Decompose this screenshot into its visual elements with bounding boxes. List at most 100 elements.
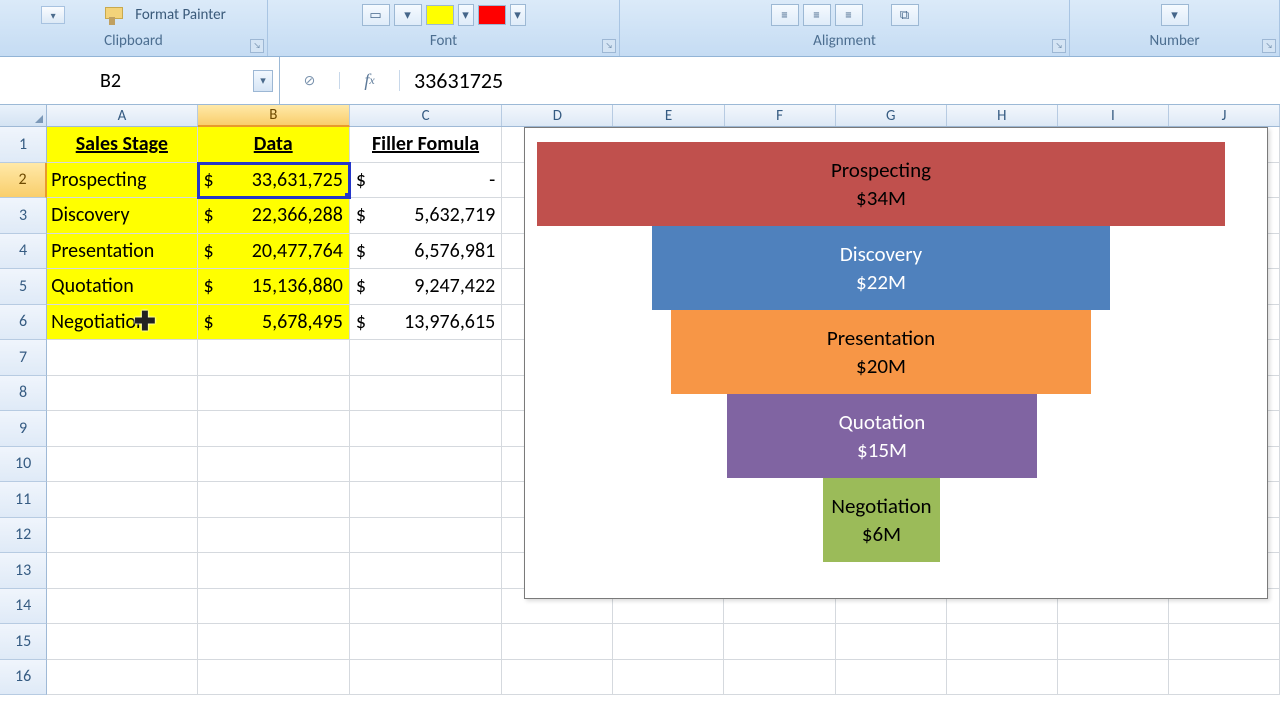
- funnel-segment[interactable]: Quotation$15M: [727, 394, 1037, 478]
- row-header[interactable]: 14: [0, 589, 47, 625]
- cell[interactable]: [1058, 624, 1169, 660]
- row-header[interactable]: 6: [0, 305, 47, 341]
- column-header[interactable]: F: [725, 105, 836, 126]
- cell[interactable]: $22,366,288: [198, 198, 350, 234]
- format-painter-button[interactable]: Format Painter: [103, 5, 226, 25]
- column-header[interactable]: C: [350, 105, 502, 126]
- cell[interactable]: Prospecting: [47, 163, 197, 199]
- cell[interactable]: [47, 482, 197, 518]
- border-button[interactable]: ▭: [362, 4, 390, 26]
- formula-input[interactable]: 33631725: [400, 67, 1280, 94]
- row-header[interactable]: 2: [0, 163, 47, 199]
- column-header[interactable]: E: [613, 105, 724, 126]
- cell[interactable]: [198, 624, 350, 660]
- cell[interactable]: [198, 411, 350, 447]
- cell[interactable]: [350, 340, 502, 376]
- fill-color-dropdown[interactable]: ▾: [458, 4, 474, 26]
- fill-color-swatch[interactable]: [426, 5, 454, 25]
- font-color-swatch[interactable]: [478, 5, 506, 25]
- cell[interactable]: [947, 660, 1058, 696]
- funnel-segment[interactable]: Negotiation$6M: [823, 478, 940, 562]
- row-header[interactable]: 4: [0, 234, 47, 270]
- row-header[interactable]: 10: [0, 447, 47, 483]
- cell[interactable]: [502, 624, 613, 660]
- cell[interactable]: [198, 589, 350, 625]
- column-header[interactable]: I: [1058, 105, 1169, 126]
- number-format-button[interactable]: ▾: [1161, 4, 1189, 26]
- cell[interactable]: $5,678,495: [198, 305, 350, 341]
- row-header[interactable]: 16: [0, 660, 47, 696]
- cell[interactable]: [198, 447, 350, 483]
- cell[interactable]: [836, 624, 947, 660]
- cell[interactable]: $13,976,615: [350, 305, 502, 341]
- row-header[interactable]: 7: [0, 340, 47, 376]
- row-header[interactable]: 15: [0, 624, 47, 660]
- cell[interactable]: $33,631,725: [198, 163, 350, 199]
- column-header[interactable]: D: [502, 105, 613, 126]
- dialog-launcher-icon[interactable]: ↘: [1052, 39, 1066, 53]
- row-header[interactable]: 1: [0, 127, 47, 163]
- cell[interactable]: [724, 624, 835, 660]
- worksheet-grid[interactable]: A B C D E F G H I J 1Sales StageDataFill…: [0, 105, 1280, 720]
- cell[interactable]: [198, 482, 350, 518]
- cell[interactable]: [502, 660, 613, 696]
- cell[interactable]: [47, 553, 197, 589]
- funnel-segment[interactable]: Prospecting$34M: [537, 142, 1225, 226]
- row-header[interactable]: 11: [0, 482, 47, 518]
- align-right-button[interactable]: ≡: [835, 4, 863, 26]
- cell[interactable]: [836, 660, 947, 696]
- align-left-button[interactable]: ≡: [771, 4, 799, 26]
- font-color-dropdown[interactable]: ▾: [510, 4, 526, 26]
- cell[interactable]: [198, 660, 350, 696]
- cell[interactable]: $-: [350, 163, 502, 199]
- cell[interactable]: [198, 553, 350, 589]
- cell[interactable]: [47, 411, 197, 447]
- cell[interactable]: $20,477,764: [198, 234, 350, 270]
- dialog-launcher-icon[interactable]: ↘: [250, 39, 264, 53]
- row-header[interactable]: 12: [0, 518, 47, 554]
- dialog-launcher-icon[interactable]: ↘: [1262, 39, 1276, 53]
- column-header[interactable]: B: [198, 105, 350, 127]
- cell[interactable]: Data: [198, 127, 350, 163]
- row-header[interactable]: 3: [0, 198, 47, 234]
- cell[interactable]: [350, 589, 502, 625]
- cell[interactable]: [198, 376, 350, 412]
- cancel-formula-button[interactable]: ⊘: [280, 72, 340, 89]
- cell[interactable]: [613, 624, 724, 660]
- dialog-launcher-icon[interactable]: ↘: [602, 39, 616, 53]
- name-box[interactable]: B2 ▾: [0, 57, 280, 104]
- funnel-segment[interactable]: Discovery$22M: [652, 226, 1110, 310]
- row-header[interactable]: 13: [0, 553, 47, 589]
- cell[interactable]: [350, 624, 502, 660]
- cell[interactable]: [350, 660, 502, 696]
- select-all-corner[interactable]: [0, 105, 47, 126]
- cell[interactable]: [47, 447, 197, 483]
- cell[interactable]: Negotiation: [47, 305, 197, 341]
- row-header[interactable]: 5: [0, 269, 47, 305]
- cell[interactable]: $6,576,981: [350, 234, 502, 270]
- merge-button[interactable]: ⧉: [891, 4, 919, 26]
- cell[interactable]: [198, 340, 350, 376]
- cell[interactable]: [47, 518, 197, 554]
- cell[interactable]: [47, 589, 197, 625]
- cell[interactable]: $9,247,422: [350, 269, 502, 305]
- cell[interactable]: Quotation: [47, 269, 197, 305]
- cell[interactable]: [350, 447, 502, 483]
- fx-icon[interactable]: fx: [340, 70, 400, 91]
- name-box-dropdown-icon[interactable]: ▾: [253, 70, 273, 92]
- column-header[interactable]: J: [1169, 105, 1280, 126]
- cell[interactable]: [613, 660, 724, 696]
- cell[interactable]: [198, 518, 350, 554]
- cell[interactable]: $5,632,719: [350, 198, 502, 234]
- cell[interactable]: Presentation: [47, 234, 197, 270]
- cell[interactable]: [47, 660, 197, 696]
- cell[interactable]: [47, 624, 197, 660]
- column-header[interactable]: A: [47, 105, 197, 126]
- chart-object[interactable]: Prospecting$34MDiscovery$22MPresentation…: [524, 127, 1268, 599]
- column-header[interactable]: H: [947, 105, 1058, 126]
- cell[interactable]: [47, 340, 197, 376]
- cell[interactable]: [47, 376, 197, 412]
- cell[interactable]: [1058, 660, 1169, 696]
- cell[interactable]: [350, 376, 502, 412]
- paste-dropdown[interactable]: ▾: [41, 6, 65, 24]
